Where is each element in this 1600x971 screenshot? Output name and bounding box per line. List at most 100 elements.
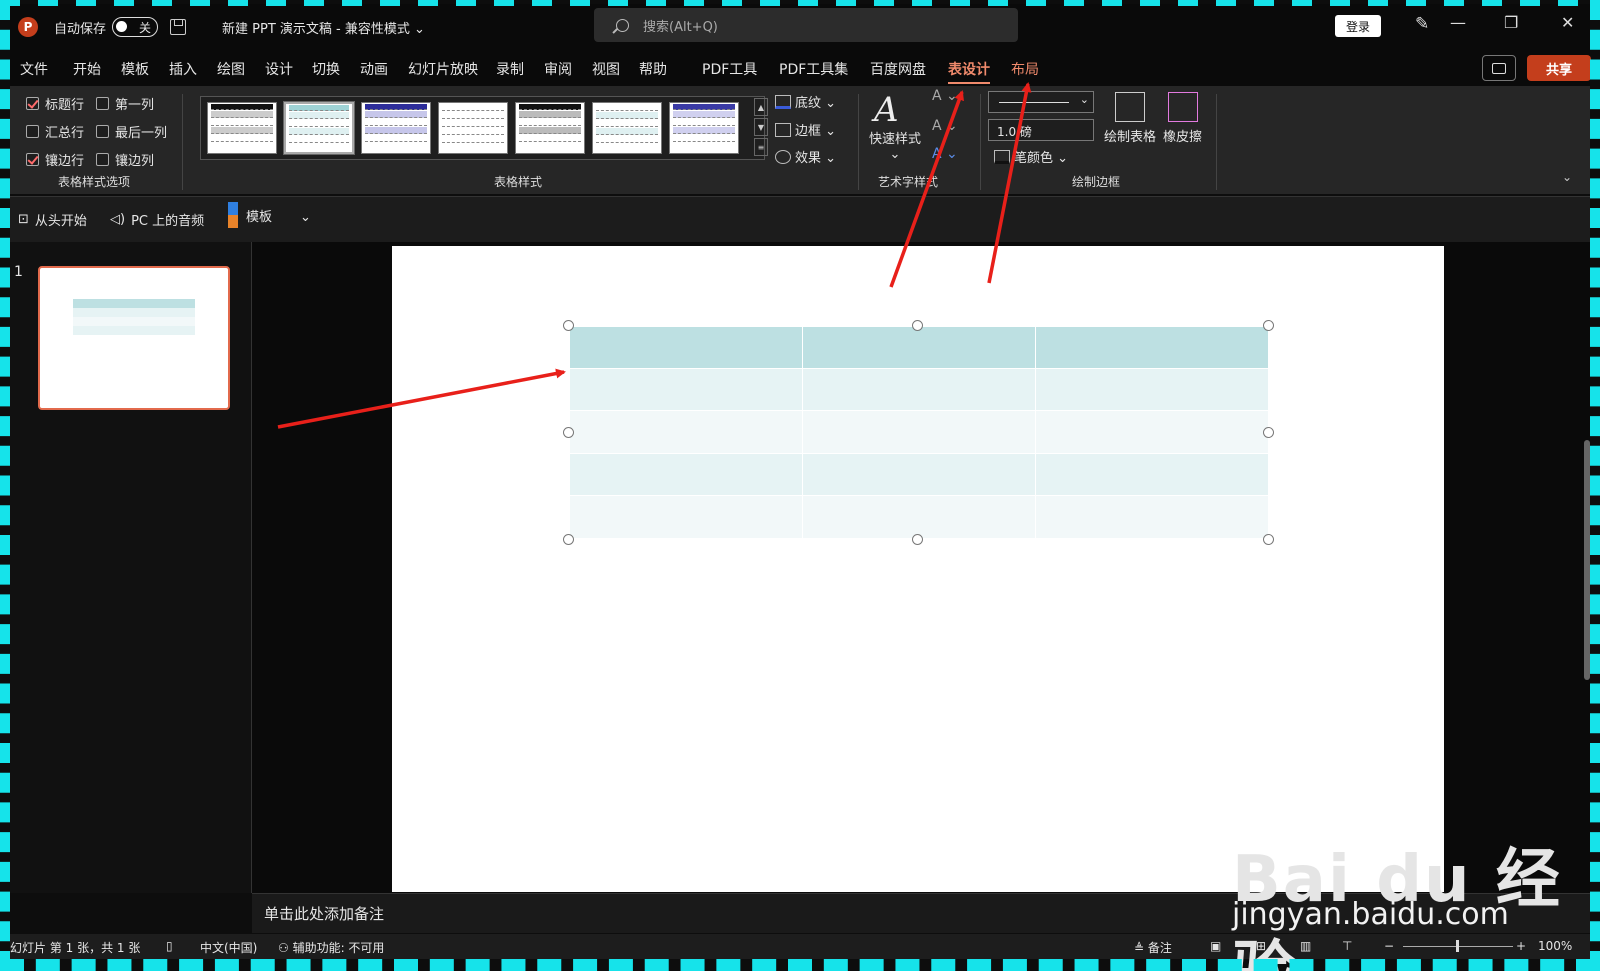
tab-table-design[interactable]: 表设计	[948, 59, 990, 84]
tab-home[interactable]: 开始	[73, 59, 101, 79]
banded-columns-checkbox[interactable]: 镶边列	[96, 150, 154, 169]
tab-animations[interactable]: 动画	[360, 59, 388, 79]
table-cell[interactable]	[802, 410, 1036, 454]
table-cell[interactable]	[802, 326, 1036, 369]
table-cell[interactable]	[569, 452, 803, 497]
table-style-option[interactable]	[361, 102, 431, 154]
table-cell[interactable]	[1035, 452, 1269, 497]
table-cell[interactable]	[802, 367, 1036, 412]
quick-styles-button[interactable]: 快速样式 ⌄	[869, 128, 921, 162]
resize-handle[interactable]	[912, 320, 923, 331]
tab-review[interactable]: 审阅	[544, 59, 572, 79]
gallery-more-icon[interactable]: ≡	[754, 138, 768, 156]
tab-layout[interactable]: 布局	[1011, 59, 1039, 79]
notes-toggle[interactable]: ≜ 备注	[1134, 939, 1172, 956]
save-icon[interactable]	[170, 19, 187, 35]
text-outline-icon[interactable]: A ⌄	[932, 118, 958, 134]
table-cell[interactable]	[1035, 367, 1269, 412]
resize-handle[interactable]	[563, 427, 574, 438]
tab-design[interactable]: 设计	[265, 59, 293, 79]
checkbox-icon	[96, 125, 109, 138]
document-title[interactable]: 新建 PPT 演示文稿 - 兼容性模式 ⌄	[222, 18, 425, 37]
slideshow-icon: ⊡	[18, 212, 29, 227]
table-style-option[interactable]	[592, 102, 662, 154]
slide-thumbnail[interactable]	[38, 266, 230, 410]
table-style-option[interactable]	[207, 102, 277, 154]
accessibility-status[interactable]: ⚇ 辅助功能: 不可用	[278, 939, 384, 956]
normal-view-icon[interactable]: ▣	[1210, 939, 1221, 953]
tab-insert[interactable]: 插入	[169, 59, 197, 79]
tab-pdf-tools[interactable]: PDF工具	[702, 59, 757, 79]
template-icon	[228, 202, 238, 228]
total-row-checkbox[interactable]: 汇总行	[26, 122, 84, 141]
template-button[interactable]: 模板	[228, 202, 272, 228]
table-cell[interactable]	[569, 367, 803, 412]
pc-audio-button[interactable]: ◁) PC 上的音频	[110, 210, 204, 229]
customize-qat-icon[interactable]: ⌄	[300, 210, 311, 225]
checkbox-icon	[96, 153, 109, 166]
tab-help[interactable]: 帮助	[639, 59, 667, 79]
gallery-up-icon[interactable]: ▲	[754, 98, 768, 116]
autosave-toggle[interactable]: 关	[112, 17, 159, 37]
tab-transitions[interactable]: 切换	[312, 59, 340, 79]
tab-view[interactable]: 视图	[592, 59, 620, 79]
table-style-option[interactable]	[438, 102, 508, 154]
tab-baidu-netdisk[interactable]: 百度网盘	[870, 59, 926, 79]
table-cell[interactable]	[1035, 410, 1269, 454]
vertical-scrollbar[interactable]	[1584, 440, 1590, 680]
resize-handle[interactable]	[563, 534, 574, 545]
last-column-checkbox[interactable]: 最后一列	[96, 122, 167, 141]
effects-button[interactable]: 效果 ⌄	[775, 147, 836, 166]
table-cell[interactable]	[569, 326, 803, 369]
tab-record[interactable]: 录制	[496, 59, 524, 79]
pen-style-dropdown[interactable]	[988, 91, 1094, 113]
text-fill-icon[interactable]: A ⌄	[932, 88, 958, 104]
search-box[interactable]: 搜索(Alt+Q)	[594, 8, 1018, 42]
shading-button[interactable]: 底纹 ⌄	[775, 92, 836, 111]
text-effects-icon[interactable]: A ⌄	[932, 146, 958, 162]
from-start-button[interactable]: ⊡ 从头开始	[18, 210, 87, 229]
table-cell[interactable]	[569, 410, 803, 454]
table-style-option[interactable]	[669, 102, 739, 154]
table-cell[interactable]	[802, 495, 1036, 539]
tab-file[interactable]: 文件	[20, 59, 48, 79]
tab-slideshow[interactable]: 幻灯片放映	[408, 59, 478, 79]
table-style-option-selected[interactable]	[283, 101, 355, 155]
spellcheck-icon[interactable]: ▯	[166, 939, 173, 953]
collapse-ribbon-icon[interactable]: ⌄	[1562, 170, 1572, 184]
resize-handle[interactable]	[1263, 534, 1274, 545]
share-button[interactable]: 共享	[1527, 55, 1591, 81]
group-label-draw-borders: 绘制边框	[1072, 175, 1121, 189]
table-cell[interactable]	[569, 495, 803, 539]
designer-pen-icon[interactable]: ✎	[1415, 14, 1429, 34]
resize-handle[interactable]	[912, 534, 923, 545]
restore-button[interactable]: ❐	[1504, 13, 1518, 32]
resize-handle[interactable]	[1263, 427, 1274, 438]
header-row-checkbox[interactable]: 标题行	[26, 94, 84, 113]
banded-rows-checkbox[interactable]: 镶边行	[26, 150, 84, 169]
table-cell[interactable]	[1035, 495, 1269, 539]
login-button[interactable]: 登录	[1335, 15, 1381, 37]
table-style-option[interactable]	[515, 102, 585, 154]
tab-pdf-toolset[interactable]: PDF工具集	[779, 59, 848, 79]
eraser-button[interactable]: 橡皮擦	[1163, 92, 1202, 145]
draw-table-button[interactable]: 绘制表格	[1104, 92, 1156, 145]
close-button[interactable]: ✕	[1561, 13, 1574, 32]
first-column-checkbox[interactable]: 第一列	[96, 94, 154, 113]
resize-handle[interactable]	[1263, 320, 1274, 331]
quick-styles-icon[interactable]: A	[874, 90, 899, 130]
tab-template[interactable]: 模板	[121, 59, 149, 79]
minimize-button[interactable]: —	[1450, 13, 1466, 32]
slide-table[interactable]	[569, 326, 1269, 539]
table-cell[interactable]	[802, 452, 1036, 497]
pen-color-button[interactable]: 笔颜色 ⌄	[994, 147, 1068, 166]
resize-handle[interactable]	[563, 320, 574, 331]
gallery-down-icon[interactable]: ▼	[754, 118, 768, 136]
language-status[interactable]: 中文(中国)	[200, 939, 257, 956]
tab-draw[interactable]: 绘图	[217, 59, 245, 79]
comments-button[interactable]	[1482, 55, 1516, 81]
pen-weight-dropdown[interactable]: 1.0 磅	[988, 119, 1094, 141]
borders-button[interactable]: 边框 ⌄	[775, 120, 836, 139]
table-cell[interactable]	[1035, 326, 1269, 369]
notes-placeholder: 单击此处添加备注	[264, 905, 385, 923]
